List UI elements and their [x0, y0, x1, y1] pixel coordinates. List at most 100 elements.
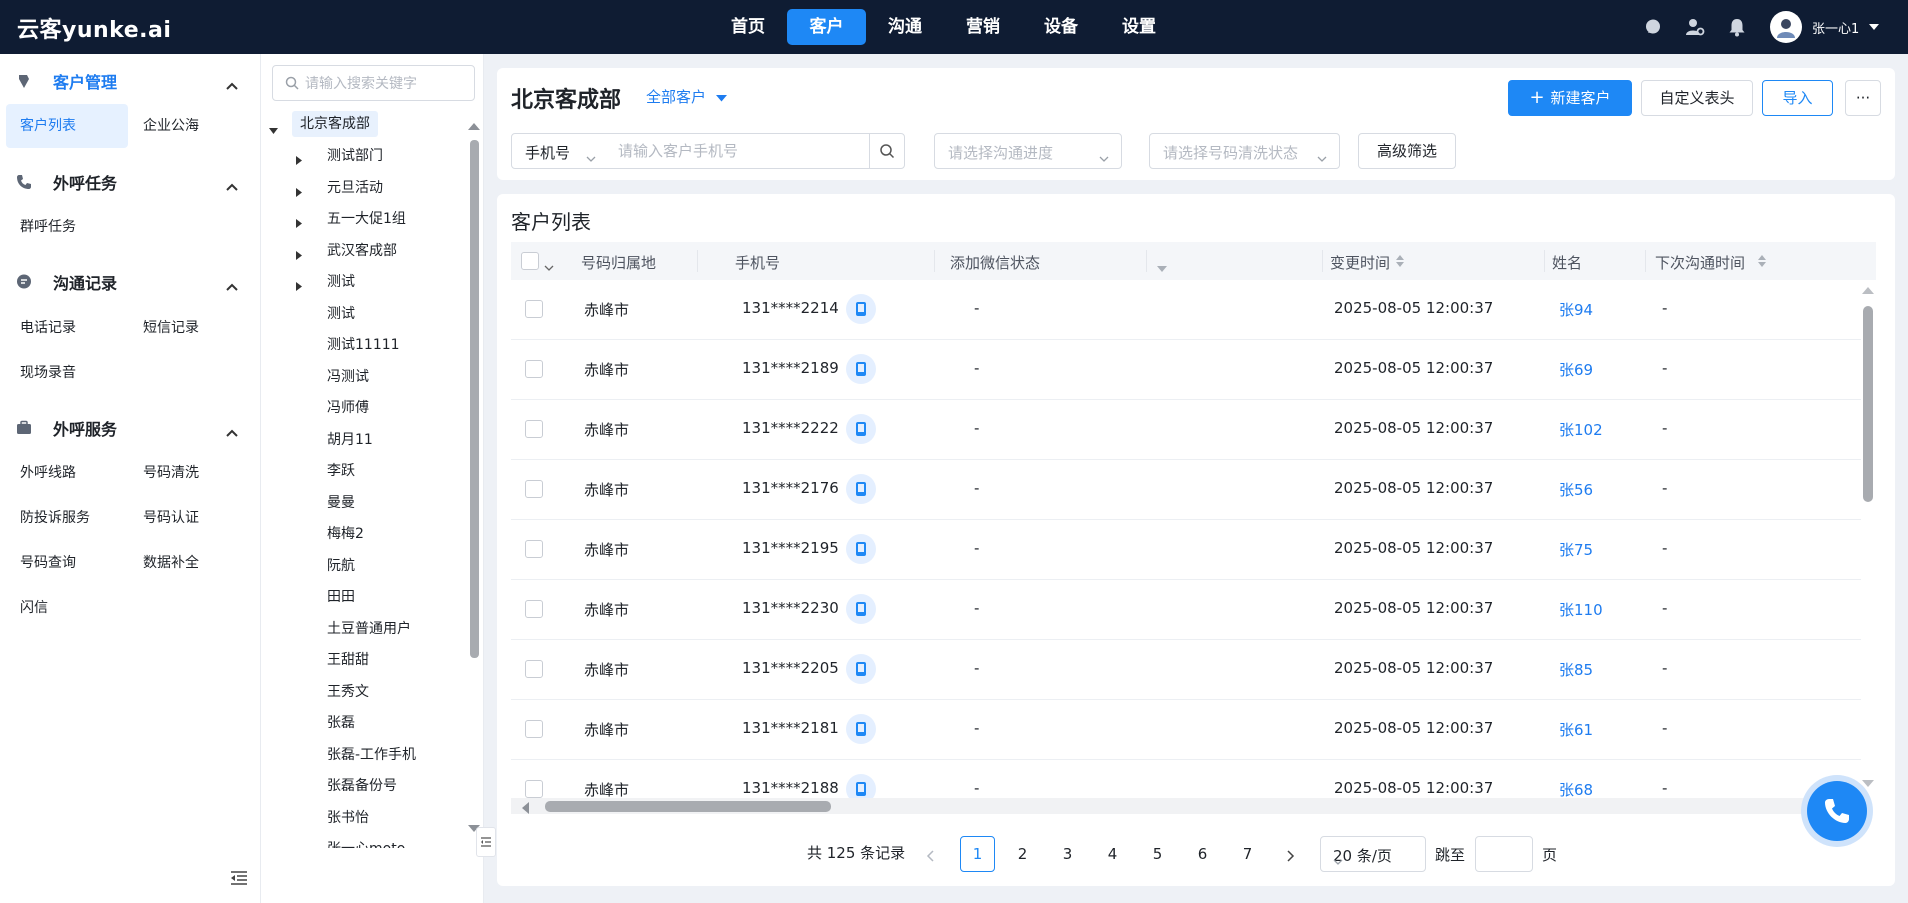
tree-node[interactable]: 测试11111	[327, 332, 400, 358]
tree-node-root[interactable]: 北京客成部	[292, 111, 378, 137]
page-5[interactable]: 5	[1140, 836, 1175, 872]
table-row[interactable]: 赤峰市 131****2195 - 2025-08-05 12:00:37 张7…	[511, 520, 1861, 580]
column-name[interactable]: 姓名	[1552, 252, 1582, 273]
page-3[interactable]: 3	[1050, 836, 1085, 872]
phone-search-input[interactable]	[618, 142, 858, 160]
user-settings-icon[interactable]	[1684, 16, 1706, 38]
tree-node[interactable]: 曼曼	[327, 490, 355, 516]
sidebar-item-number-query[interactable]: 号码查询	[6, 541, 128, 585]
import-button[interactable]: 导入	[1762, 80, 1833, 116]
cell-name-link[interactable]: 张56	[1559, 479, 1593, 500]
chevron-down-icon[interactable]	[544, 257, 554, 275]
sidebar-item-anti-complaint[interactable]: 防投诉服务	[6, 496, 128, 540]
dial-phone-icon[interactable]	[846, 474, 876, 504]
sidebar-item-call-line[interactable]: 外呼线路	[6, 451, 128, 495]
sidebar-group-call-service[interactable]: 外呼服务	[0, 413, 260, 443]
select-all-checkbox[interactable]	[521, 252, 539, 270]
tree-node[interactable]: 张磊	[327, 710, 355, 736]
table-row[interactable]: 赤峰市 131****2188 - 2025-08-05 12:00:37 张6…	[511, 760, 1861, 798]
row-checkbox[interactable]	[525, 660, 543, 678]
table-row[interactable]: 赤峰市 131****2181 - 2025-08-05 12:00:37 张6…	[511, 700, 1861, 760]
tree-node[interactable]: 王秀文	[327, 679, 369, 705]
row-checkbox[interactable]	[525, 540, 543, 558]
custom-columns-button[interactable]: 自定义表头	[1641, 80, 1753, 116]
nav-settings[interactable]: 设置	[1100, 9, 1178, 45]
more-button[interactable]: ···	[1845, 80, 1881, 116]
avatar[interactable]	[1770, 11, 1802, 43]
phone-search-button[interactable]	[869, 133, 905, 169]
row-checkbox[interactable]	[525, 600, 543, 618]
cell-name-link[interactable]: 张102	[1559, 419, 1603, 440]
row-checkbox[interactable]	[525, 360, 543, 378]
bell-icon[interactable]	[1726, 16, 1748, 38]
tree-node[interactable]: 测试部门	[327, 143, 383, 169]
tree-scrollbar[interactable]	[467, 114, 481, 834]
table-row[interactable]: 赤峰市 131****2214 - 2025-08-05 12:00:37 张9…	[511, 280, 1861, 340]
nav-communication[interactable]: 沟通	[866, 9, 944, 45]
sidebar-group-call-task[interactable]: 外呼任务	[0, 167, 260, 197]
sidebar-group-comm-record[interactable]: 沟通记录	[0, 267, 260, 297]
cell-name-link[interactable]: 张75	[1559, 539, 1593, 560]
tree-node[interactable]: 土豆普通用户	[327, 616, 411, 642]
cell-name-link[interactable]: 张69	[1559, 359, 1593, 380]
scroll-up-icon[interactable]	[1862, 280, 1874, 298]
sidebar-item-group-call[interactable]: 群呼任务	[6, 205, 128, 249]
sidebar-item-sms-record[interactable]: 短信记录	[129, 306, 251, 350]
sidebar-item-customer-list[interactable]: 客户列表	[6, 104, 128, 148]
filter-icon[interactable]	[1157, 258, 1167, 276]
page-6[interactable]: 6	[1185, 836, 1220, 872]
sidebar-item-public-pool[interactable]: 企业公海	[129, 104, 251, 148]
page-4[interactable]: 4	[1095, 836, 1130, 872]
sidebar-item-flash-sms[interactable]: 闪信	[6, 586, 128, 630]
row-checkbox[interactable]	[525, 720, 543, 738]
page-1[interactable]: 1	[960, 836, 995, 872]
next-page-icon[interactable]	[1287, 848, 1295, 866]
collapse-menu-icon[interactable]	[230, 870, 248, 890]
table-row[interactable]: 赤峰市 131****2222 - 2025-08-05 12:00:37 张1…	[511, 400, 1861, 460]
jump-page-input[interactable]	[1475, 836, 1533, 872]
cell-name-link[interactable]: 张94	[1559, 299, 1593, 320]
app-logo[interactable]: 云客yunke.ai	[17, 12, 171, 44]
sidebar-item-data-complete[interactable]: 数据补全	[129, 541, 251, 585]
sort-icon[interactable]	[1758, 254, 1766, 272]
page-size-select[interactable]: 20 条/页	[1320, 836, 1426, 872]
page-2[interactable]: 2	[1005, 836, 1040, 872]
table-hscroll-thumb[interactable]	[545, 801, 831, 812]
message-icon[interactable]	[1642, 16, 1664, 38]
table-row[interactable]: 赤峰市 131****2205 - 2025-08-05 12:00:37 张8…	[511, 640, 1861, 700]
dial-phone-icon[interactable]	[846, 594, 876, 624]
scroll-left-icon[interactable]	[521, 800, 529, 818]
column-next-contact[interactable]: 下次沟通时间	[1655, 252, 1745, 273]
tree-collapse-button[interactable]	[476, 827, 496, 857]
dial-phone-icon[interactable]	[846, 714, 876, 744]
tree-node[interactable]: 梅梅2	[327, 521, 364, 547]
nav-device[interactable]: 设备	[1022, 9, 1100, 45]
dial-phone-icon[interactable]	[846, 534, 876, 564]
column-phone[interactable]: 手机号	[735, 252, 780, 273]
tree-search[interactable]	[272, 65, 475, 101]
tree-scroll-thumb[interactable]	[470, 140, 479, 658]
cell-name-link[interactable]: 张85	[1559, 659, 1593, 680]
tree-node[interactable]: 张磊-工作手机	[327, 742, 416, 768]
dial-phone-icon[interactable]	[846, 294, 876, 324]
table-horizontal-scrollbar[interactable]	[511, 798, 1861, 814]
row-checkbox[interactable]	[525, 300, 543, 318]
chevron-up-icon[interactable]	[226, 423, 238, 441]
sidebar-item-number-auth[interactable]: 号码认证	[129, 496, 251, 540]
table-vertical-scrollbar[interactable]	[1861, 276, 1875, 787]
user-menu[interactable]: 张一心1	[1770, 11, 1880, 43]
tree-node[interactable]: 五一大促1组	[327, 206, 406, 232]
sidebar-item-number-clean[interactable]: 号码清洗	[129, 451, 251, 495]
chevron-up-icon[interactable]	[226, 277, 238, 295]
dial-phone-icon[interactable]	[846, 774, 876, 798]
scroll-down-icon[interactable]	[1862, 774, 1874, 792]
column-location[interactable]: 号码归属地	[581, 252, 656, 273]
tree-node[interactable]: 武汉客成部	[327, 238, 397, 264]
tree-node[interactable]: 阮航	[327, 553, 355, 579]
customer-scope-dropdown[interactable]: 全部客户	[646, 86, 728, 107]
tree-node[interactable]: 冯师傅	[327, 395, 369, 421]
progress-select[interactable]: 请选择沟通进度	[934, 133, 1122, 169]
row-checkbox[interactable]	[525, 480, 543, 498]
tree-node[interactable]: 李跃	[327, 458, 355, 484]
sort-icon[interactable]	[1396, 254, 1404, 272]
